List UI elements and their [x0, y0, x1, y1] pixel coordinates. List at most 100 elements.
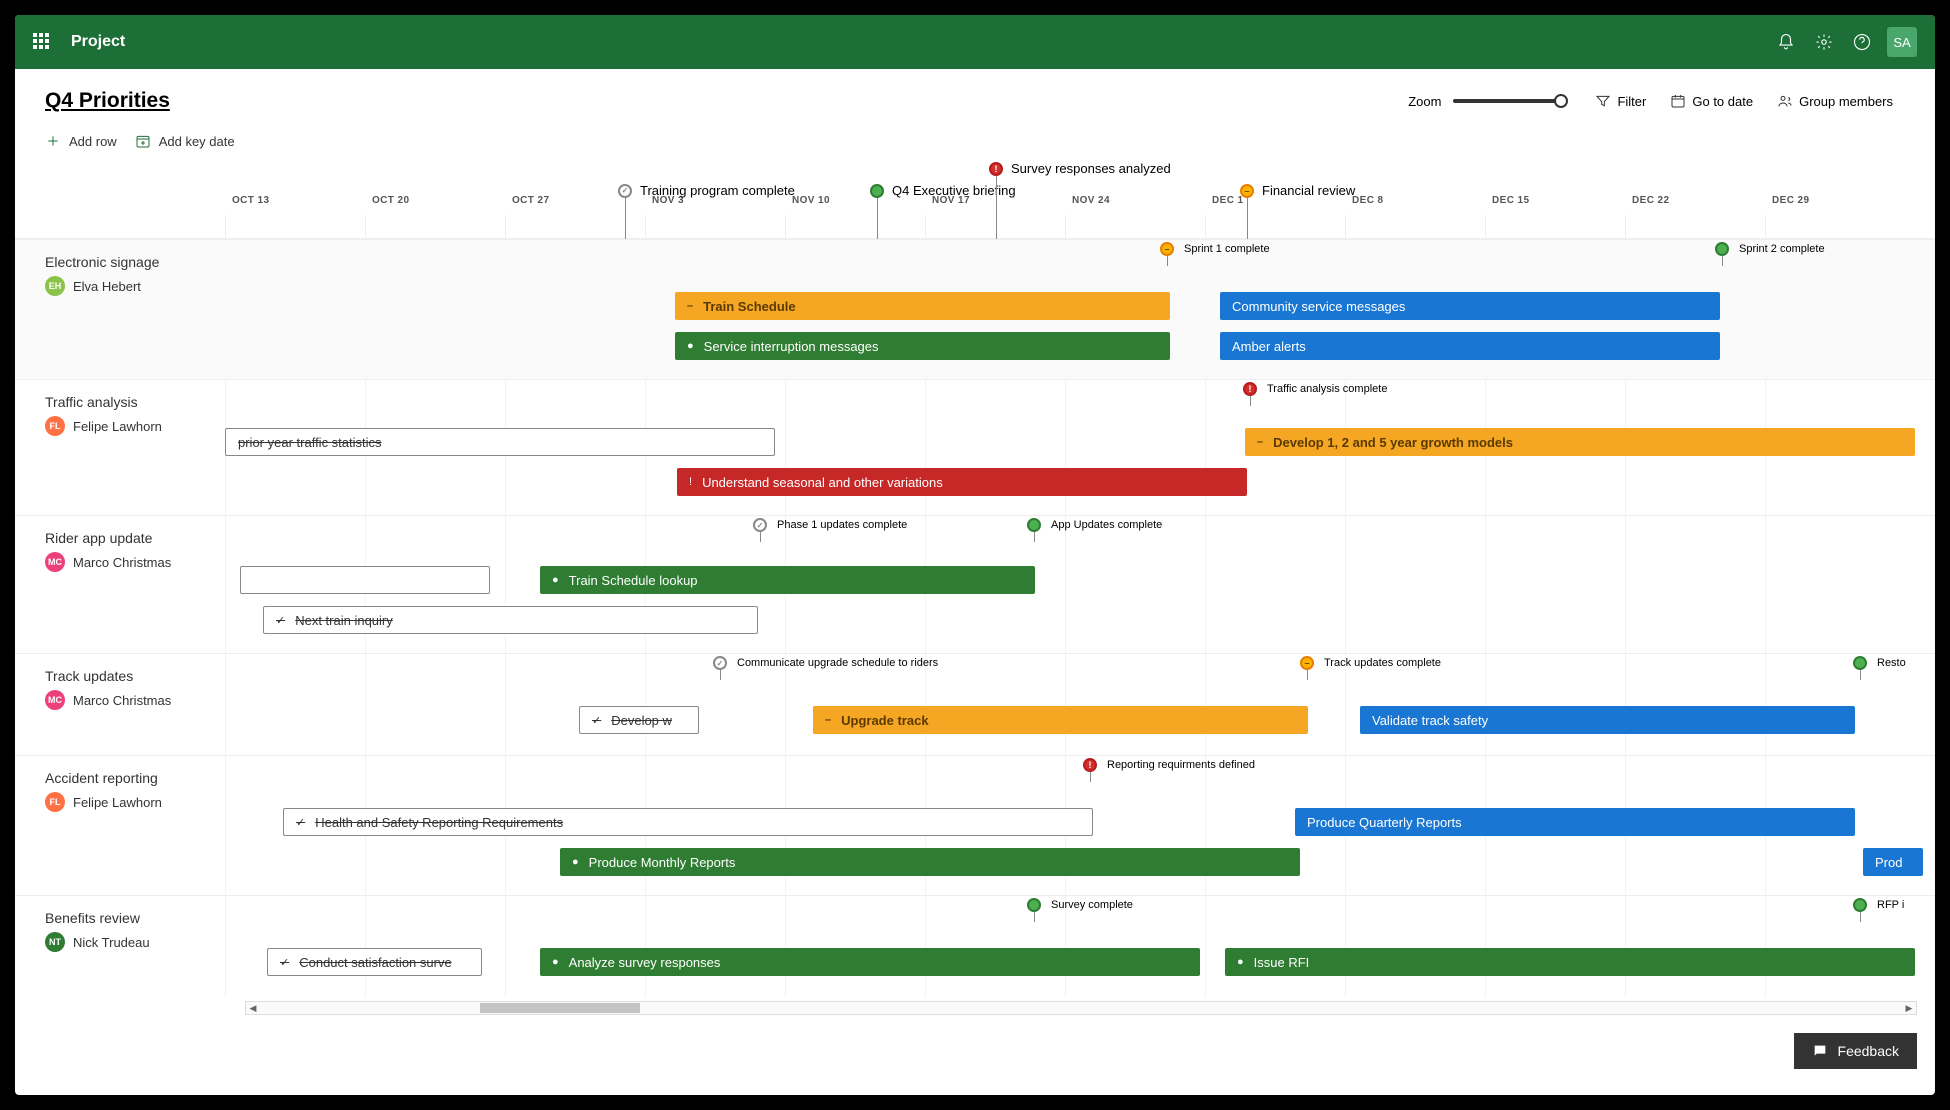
- lane-title: Rider app update: [45, 530, 255, 546]
- dot-icon: ●: [552, 574, 559, 586]
- zoom-slider[interactable]: [1453, 99, 1563, 103]
- bar-service-interrupt[interactable]: ●Service interruption messages: [675, 332, 1170, 360]
- chat-icon: [1812, 1043, 1828, 1059]
- milestone-communicate[interactable]: Communicate upgrade schedule to riders: [713, 656, 938, 670]
- lane-assignee[interactable]: FLFelipe Lawhorn: [45, 416, 255, 436]
- lane-title: Track updates: [45, 668, 255, 684]
- bar-next-train[interactable]: ✓Next train inquiry: [263, 606, 758, 634]
- group-members-button[interactable]: Group members: [1765, 93, 1905, 109]
- dot-icon: [870, 184, 884, 198]
- milestone-q4-briefing[interactable]: Q4 Executive briefing: [870, 183, 1016, 198]
- lane-benefits-review: Benefits review NTNick Trudeau Survey co…: [15, 895, 1935, 997]
- milestone-rfp[interactable]: RFP i: [1853, 898, 1904, 912]
- milestone-financial-review[interactable]: –Financial review: [1240, 183, 1355, 198]
- bar-upgrade-track[interactable]: –Upgrade track: [813, 706, 1308, 734]
- add-row-button[interactable]: Add row: [45, 133, 117, 149]
- lane-assignee[interactable]: NTNick Trudeau: [45, 932, 255, 952]
- avatar: MC: [45, 690, 65, 710]
- alert-icon: !: [1243, 382, 1257, 396]
- feedback-button[interactable]: Feedback: [1794, 1033, 1917, 1069]
- bar-conduct-survey[interactable]: ✓Conduct satisfaction surve: [267, 948, 482, 976]
- milestone-phase1[interactable]: Phase 1 updates complete: [753, 518, 907, 532]
- page-header: Q4 Priorities Zoom Filter Go to date Gro…: [15, 69, 1935, 133]
- app-launcher-icon[interactable]: [33, 33, 51, 51]
- bar-train-lookup[interactable]: ●Train Schedule lookup: [540, 566, 1035, 594]
- milestone-survey-complete[interactable]: Survey complete: [1027, 898, 1133, 912]
- check-icon: [713, 656, 727, 670]
- check-icon: [753, 518, 767, 532]
- lane-title: Accident reporting: [45, 770, 255, 786]
- project-title[interactable]: Q4 Priorities: [45, 89, 170, 113]
- dot-icon: ●: [572, 856, 579, 868]
- filter-button[interactable]: Filter: [1583, 93, 1658, 109]
- bar-issue-rfi[interactable]: ●Issue RFI: [1225, 948, 1915, 976]
- milestone-reporting-defined[interactable]: !Reporting requirments defined: [1083, 758, 1255, 772]
- lane-assignee[interactable]: MCMarco Christmas: [45, 552, 255, 572]
- bar-prior-year-stats[interactable]: prior year traffic statistics: [225, 428, 775, 456]
- check-icon: ✓: [296, 816, 305, 829]
- bar-growth-models[interactable]: –Develop 1, 2 and 5 year growth models: [1245, 428, 1915, 456]
- dot-icon: ●: [552, 956, 559, 968]
- avatar: MC: [45, 552, 65, 572]
- bar-community-msgs[interactable]: Community service messages: [1220, 292, 1720, 320]
- check-icon: [618, 184, 632, 198]
- bar-hs-reqs[interactable]: ✓Health and Safety Reporting Requirement…: [283, 808, 1093, 836]
- user-avatar[interactable]: SA: [1887, 27, 1917, 57]
- dash-icon: –: [825, 714, 831, 726]
- avatar: EH: [45, 276, 65, 296]
- milestone-training-complete[interactable]: Training program complete: [618, 183, 795, 198]
- gear-icon[interactable]: [1805, 23, 1843, 61]
- check-icon: ✓: [276, 614, 285, 627]
- milestone-resto[interactable]: Resto: [1853, 656, 1906, 670]
- dash-icon: –: [687, 300, 693, 312]
- dot-icon: [1853, 898, 1867, 912]
- alert-icon: !: [1083, 758, 1097, 772]
- dot-icon: [1027, 898, 1041, 912]
- scroll-right-icon[interactable]: ▶: [1902, 1003, 1916, 1014]
- toolbar: Add row Add key date: [15, 133, 1935, 161]
- help-icon[interactable]: [1843, 23, 1881, 61]
- lane-assignee[interactable]: FLFelipe Lawhorn: [45, 792, 255, 812]
- bar-analyze-survey[interactable]: ●Analyze survey responses: [540, 948, 1200, 976]
- lane-assignee[interactable]: MCMarco Christmas: [45, 690, 255, 710]
- dash-icon: –: [1240, 184, 1254, 198]
- zoom-control[interactable]: Zoom: [1408, 94, 1563, 109]
- bar-validate-safety[interactable]: Validate track safety: [1360, 706, 1855, 734]
- milestone-traffic-complete[interactable]: !Traffic analysis complete: [1243, 382, 1387, 396]
- lane-title: Electronic signage: [45, 254, 255, 270]
- app-title: Project: [71, 33, 125, 51]
- bar-monthly-reports[interactable]: ●Produce Monthly Reports: [560, 848, 1300, 876]
- horizontal-scrollbar[interactable]: ◀ ▶: [245, 1001, 1917, 1015]
- bar-seasonal-variations[interactable]: !Understand seasonal and other variation…: [677, 468, 1247, 496]
- bar-develop-w[interactable]: ✓Develop w: [579, 706, 699, 734]
- lane-rider-app: Rider app update MCMarco Christmas Phase…: [15, 515, 1935, 653]
- dot-icon: ●: [1237, 956, 1244, 968]
- scroll-left-icon[interactable]: ◀: [246, 1003, 260, 1014]
- top-bar: Project SA: [15, 15, 1935, 69]
- timeline: OCT 13 OCT 20 OCT 27 NOV 3 NOV 10 NOV 17…: [15, 161, 1935, 1021]
- milestone-app-updates[interactable]: App Updates complete: [1027, 518, 1162, 532]
- lane-accident-reporting: Accident reporting FLFelipe Lawhorn !Rep…: [15, 755, 1935, 895]
- milestone-track-complete[interactable]: –Track updates complete: [1300, 656, 1441, 670]
- goto-date-button[interactable]: Go to date: [1658, 93, 1765, 109]
- dash-icon: –: [1160, 242, 1174, 256]
- avatar: NT: [45, 932, 65, 952]
- notification-icon[interactable]: [1767, 23, 1805, 61]
- bar-quarterly-reports[interactable]: Produce Quarterly Reports: [1295, 808, 1855, 836]
- milestone-sprint2[interactable]: Sprint 2 complete: [1715, 242, 1825, 256]
- lane-electronic-signage: Electronic signage EHElva Hebert –Sprint…: [15, 239, 1935, 379]
- milestone-survey-analyzed[interactable]: !Survey responses analyzed: [989, 161, 1171, 176]
- avatar: FL: [45, 792, 65, 812]
- milestone-sprint1[interactable]: –Sprint 1 complete: [1160, 242, 1270, 256]
- dash-icon: –: [1257, 436, 1263, 448]
- scroll-thumb[interactable]: [480, 1003, 640, 1013]
- add-key-date-button[interactable]: Add key date: [135, 133, 235, 149]
- alert-icon: !: [689, 476, 692, 488]
- bar-train-schedule[interactable]: –Train Schedule: [675, 292, 1170, 320]
- bar-done-1[interactable]: [240, 566, 490, 594]
- dot-icon: [1853, 656, 1867, 670]
- bar-amber-alerts[interactable]: Amber alerts: [1220, 332, 1720, 360]
- dot-icon: ●: [687, 340, 694, 352]
- bar-prod[interactable]: Prod: [1863, 848, 1923, 876]
- lane-assignee[interactable]: EHElva Hebert: [45, 276, 255, 296]
